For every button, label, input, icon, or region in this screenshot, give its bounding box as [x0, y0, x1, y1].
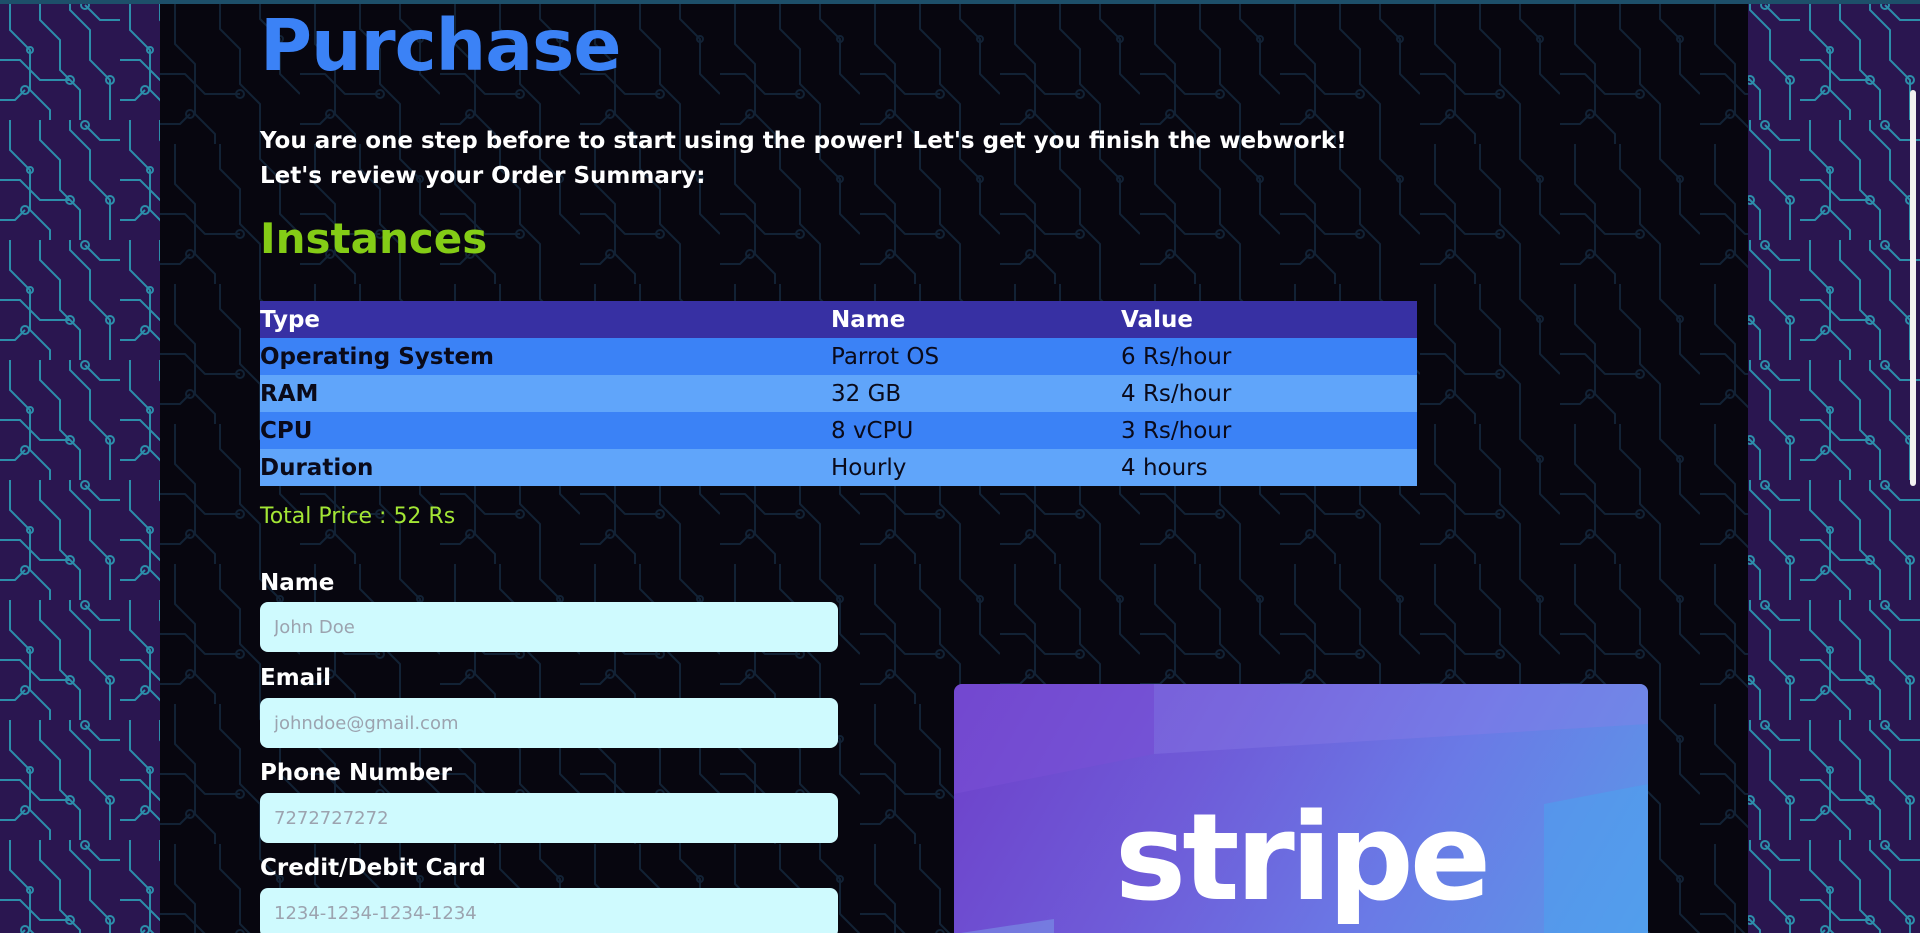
page-title: Purchase: [260, 4, 622, 87]
table-row: Duration Hourly 4 hours: [260, 449, 1417, 486]
table-row: RAM 32 GB 4 Rs/hour: [260, 375, 1417, 412]
row-type: CPU: [260, 412, 831, 449]
card-label: Credit/Debit Card: [260, 855, 486, 881]
card-input[interactable]: [260, 888, 838, 933]
row-value: 4 Rs/hour: [1121, 375, 1417, 412]
row-value: 4 hours: [1121, 449, 1417, 486]
column-header-value: Value: [1121, 301, 1417, 338]
email-input[interactable]: [260, 698, 838, 748]
row-value: 6 Rs/hour: [1121, 338, 1417, 375]
intro-text: You are one step before to start using t…: [260, 124, 1347, 194]
table-row: Operating System Parrot OS 6 Rs/hour: [260, 338, 1417, 375]
name-label: Name: [260, 570, 335, 596]
intro-line-1: You are one step before to start using t…: [260, 128, 1347, 154]
stripe-banner: stripe: [954, 684, 1648, 933]
row-name: Parrot OS: [831, 338, 1121, 375]
row-type: Operating System: [260, 338, 831, 375]
stripe-logo: stripe: [1114, 789, 1491, 928]
table-header-row: Type Name Value: [260, 301, 1417, 338]
row-type: RAM: [260, 375, 831, 412]
main-panel: Purchase You are one step before to star…: [160, 4, 1748, 933]
row-name: Hourly: [831, 449, 1121, 486]
scrollbar-thumb[interactable]: [1910, 90, 1916, 486]
row-value: 3 Rs/hour: [1121, 412, 1417, 449]
row-name: 8 vCPU: [831, 412, 1121, 449]
phone-label: Phone Number: [260, 760, 453, 786]
total-price: Total Price : 52 Rs: [260, 504, 456, 529]
column-header-name: Name: [831, 301, 1121, 338]
row-name: 32 GB: [831, 375, 1121, 412]
column-header-type: Type: [260, 301, 831, 338]
phone-input[interactable]: [260, 793, 838, 843]
name-input[interactable]: [260, 602, 838, 652]
intro-line-2: Let's review your Order Summary:: [260, 163, 706, 189]
table-row: CPU 8 vCPU 3 Rs/hour: [260, 412, 1417, 449]
order-summary-table: Type Name Value Operating System Parrot …: [260, 301, 1417, 486]
email-label: Email: [260, 665, 331, 691]
instances-heading: Instances: [260, 214, 488, 263]
row-type: Duration: [260, 449, 831, 486]
